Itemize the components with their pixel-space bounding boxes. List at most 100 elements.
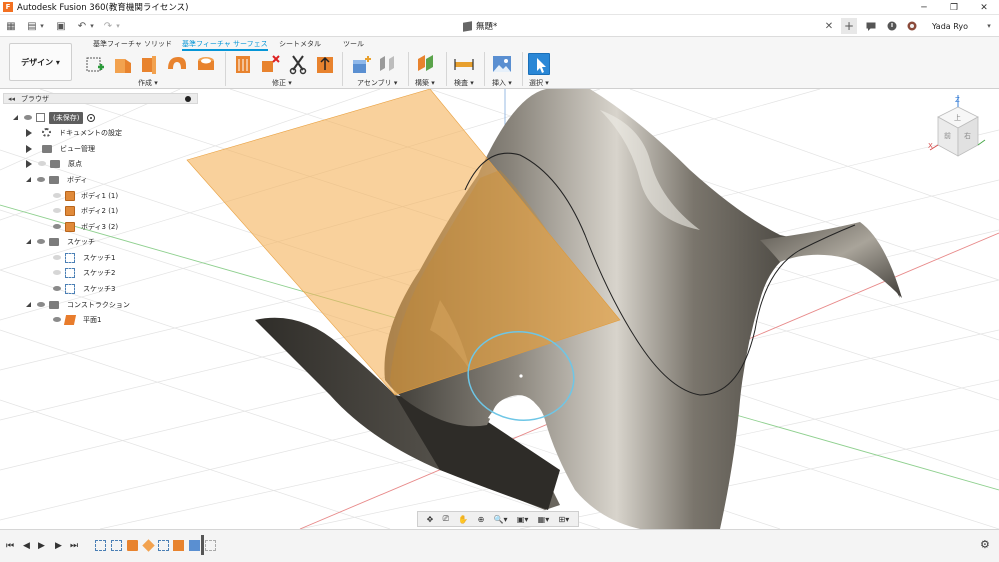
grid-snap-icon[interactable]: ▦▾ [538, 515, 550, 524]
tree-item-sketch2[interactable]: スケッチ2 [53, 266, 115, 279]
expand-icon[interactable] [26, 128, 32, 137]
construct-group-label[interactable]: 構築 ▾ [415, 78, 435, 88]
timeline-extrude-feature-icon[interactable] [127, 540, 138, 551]
new-tab-button[interactable]: + [841, 18, 857, 34]
joint-icon[interactable] [377, 53, 399, 75]
undo-caret-icon[interactable]: ▾ [88, 18, 96, 34]
save-icon[interactable]: ▣ [54, 18, 68, 34]
zoom-icon[interactable]: ⊕ [478, 515, 485, 524]
timeline-last-icon[interactable]: ⏭ [70, 541, 78, 551]
tree-item-sketch1[interactable]: スケッチ1 [53, 251, 115, 264]
timeline-sketch-feature-icon[interactable] [205, 540, 216, 551]
view-cube[interactable]: Z X 上 前 右 [928, 95, 986, 157]
tree-item-sketch3[interactable]: スケッチ3 [53, 282, 115, 295]
create-group-label[interactable]: 作成 ▾ [138, 78, 158, 88]
insert-group-label[interactable]: 挿入 ▾ [492, 78, 512, 88]
create-sketch-icon[interactable] [84, 53, 106, 75]
help-icon[interactable] [907, 18, 917, 34]
3d-viewport[interactable]: Z X 上 前 右 [0, 89, 999, 529]
new-component-icon[interactable] [350, 53, 372, 75]
expand-icon[interactable] [26, 302, 31, 307]
modify-group-label[interactable]: 修正 ▾ [272, 78, 292, 88]
extend-icon[interactable] [232, 53, 254, 75]
viewports-icon[interactable]: ⊞▾ [559, 515, 570, 524]
select-group-label[interactable]: 選択 ▾ [529, 78, 549, 88]
notifications-icon[interactable] [887, 18, 897, 34]
loft-icon[interactable] [195, 53, 217, 75]
canvas-scene[interactable]: Z X 上 前 右 [0, 89, 999, 529]
tab-sheet-metal[interactable]: シートメタル [279, 39, 321, 50]
tree-item-sketches[interactable]: スケッチ [26, 235, 95, 248]
visibility-eye-icon[interactable] [53, 317, 61, 322]
visibility-eye-icon[interactable] [38, 161, 46, 166]
job-status-icon[interactable] [866, 18, 876, 34]
delete-icon[interactable] [259, 53, 281, 75]
file-menu-icon[interactable]: ▤ [26, 18, 38, 34]
visibility-eye-icon[interactable] [37, 302, 45, 307]
browser-header[interactable]: ◂◂ ブラウザ [3, 93, 198, 104]
trim-scissors-icon[interactable] [287, 53, 309, 75]
extrude-icon[interactable] [112, 53, 134, 75]
visibility-eye-icon[interactable] [53, 193, 61, 198]
expand-icon[interactable] [26, 159, 32, 168]
construct-plane-icon[interactable] [415, 53, 437, 75]
visibility-eye-icon[interactable] [24, 115, 32, 120]
close-tab-icon[interactable]: ✕ [823, 18, 835, 34]
measure-icon[interactable] [453, 53, 475, 75]
tree-item-bodies[interactable]: ボディ [26, 173, 88, 186]
select-cursor-icon[interactable] [528, 53, 550, 75]
redo-caret-icon[interactable]: ▾ [114, 18, 122, 34]
sweep-icon[interactable] [166, 53, 188, 75]
browser-minimize-icon[interactable] [185, 96, 191, 102]
tree-item-document-settings[interactable]: ドキュメントの設定 [26, 126, 122, 139]
tree-item-named-views[interactable]: ビュー管理 [26, 142, 95, 155]
tree-item-body2[interactable]: ボディ2 (1) [53, 204, 118, 217]
visibility-eye-icon[interactable] [53, 224, 61, 229]
timeline-marker[interactable] [201, 535, 204, 555]
inspect-group-label[interactable]: 検査 ▾ [454, 78, 474, 88]
revolve-icon[interactable] [138, 53, 160, 75]
document-tab[interactable]: 無題* [463, 18, 497, 34]
timeline-sketch-feature-icon[interactable] [158, 540, 169, 551]
file-menu-caret-icon[interactable]: ▾ [38, 18, 46, 34]
look-at-icon[interactable]: ⎚ [443, 514, 449, 524]
tree-item-construction[interactable]: コンストラクション [26, 298, 130, 311]
collapse-browser-icon[interactable]: ◂◂ [8, 95, 15, 103]
timeline-prev-icon[interactable]: ◀ [23, 541, 30, 551]
visibility-eye-icon[interactable] [53, 208, 61, 213]
expand-icon[interactable] [26, 177, 31, 182]
visibility-eye-icon[interactable] [37, 239, 45, 244]
user-account-menu[interactable]: Yada Ryo [932, 18, 968, 34]
redo-icon[interactable]: ↷ [102, 18, 114, 34]
visibility-eye-icon[interactable] [37, 177, 45, 182]
timeline-sketch-feature-icon[interactable] [111, 540, 122, 551]
orbit-icon[interactable]: ✥ [427, 515, 434, 524]
expand-icon[interactable] [26, 239, 31, 244]
tree-root[interactable]: (未保存) [13, 111, 96, 124]
tab-surface[interactable]: 基準フィーチャ サーフェス [182, 39, 268, 51]
undo-icon[interactable]: ↶ [76, 18, 88, 34]
timeline-plane-feature-icon[interactable] [189, 540, 200, 551]
timeline-settings-gear-icon[interactable]: ⚙ [980, 538, 990, 551]
workspace-switcher-button[interactable]: デザイン ▾ [9, 43, 72, 81]
data-panel-grid-icon[interactable]: ▦ [4, 18, 18, 34]
timeline-sketch-feature-icon[interactable] [95, 540, 106, 551]
tree-item-origin[interactable]: 原点 [26, 157, 82, 170]
fit-zoom-window-icon[interactable]: 🔍▾ [494, 515, 508, 524]
offset-surface-icon[interactable] [314, 53, 336, 75]
display-settings-icon[interactable]: ▣▾ [517, 515, 529, 524]
activate-radio-icon[interactable] [87, 113, 96, 122]
tab-tools[interactable]: ツール [343, 39, 364, 50]
close-window-button[interactable]: ✕ [969, 0, 999, 15]
visibility-eye-icon[interactable] [53, 270, 61, 275]
insert-canvas-icon[interactable] [491, 53, 513, 75]
pan-hand-icon[interactable]: ✋ [458, 515, 468, 524]
tree-item-body1[interactable]: ボディ1 (1) [53, 189, 118, 202]
timeline-first-icon[interactable]: ⏮ [6, 541, 14, 551]
assemble-group-label[interactable]: アセンブリ ▾ [357, 78, 397, 88]
tree-item-body3[interactable]: ボディ3 (2) [53, 220, 118, 233]
visibility-eye-icon[interactable] [53, 255, 61, 260]
surface-body-right-wing[interactable] [760, 222, 902, 298]
expand-icon[interactable] [13, 115, 18, 120]
tree-item-plane1[interactable]: 平面1 [53, 313, 101, 326]
